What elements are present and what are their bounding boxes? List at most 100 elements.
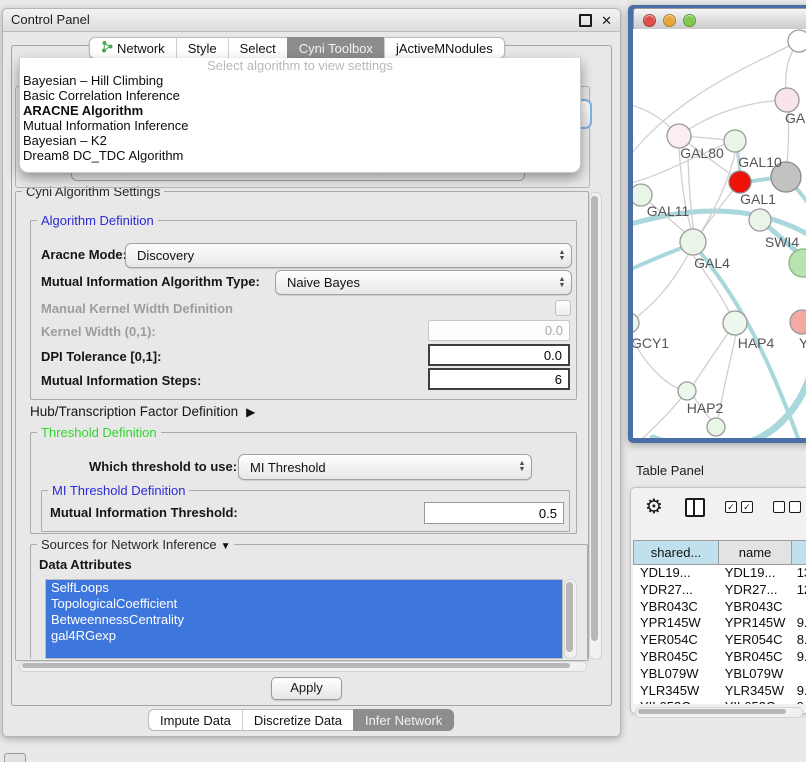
mi-algorithm-type-label: Mutual Information Algorithm Type: <box>41 274 260 289</box>
table-cell <box>790 666 806 683</box>
tab-discretize-data[interactable]: Discretize Data <box>242 709 353 731</box>
settings-vertical-scrollbar[interactable] <box>589 192 602 660</box>
network-node[interactable] <box>678 382 696 400</box>
table-cell: YIL052C <box>633 699 718 704</box>
select-all-columns-button[interactable]: ✓ ✓ <box>725 501 753 513</box>
table-row[interactable]: YER054CYER054C8. <box>633 632 806 649</box>
data-attribute-item[interactable]: TopologicalCoefficient <box>46 596 562 612</box>
table-cell: YPR145W <box>718 615 790 632</box>
table-cell: 9. <box>790 683 806 700</box>
algorithm-option-mutual-information-inference[interactable]: Mutual Information Inference <box>20 118 580 133</box>
table-row[interactable]: YBR043CYBR043C <box>633 599 806 616</box>
network-icon <box>101 38 113 59</box>
network-node[interactable] <box>729 171 751 193</box>
kernel-width-input[interactable] <box>428 320 570 341</box>
desktop: Control Panel ✕ NetworkStyleSelectCyni T… <box>0 0 806 762</box>
control-panel-titlebar[interactable]: Control Panel ✕ <box>3 9 620 32</box>
column-header-shared[interactable]: shared... <box>633 540 719 565</box>
algorithm-option-dream8-dc-tdc-algorithm[interactable]: Dream8 DC_TDC Algorithm <box>20 148 580 163</box>
network-node[interactable] <box>775 88 799 112</box>
node-label-swi4: SWI4 <box>765 234 799 250</box>
expand-arrow-icon: ▶ <box>246 405 255 419</box>
algorithm-option-bayesian-hill-climbing[interactable]: Bayesian – Hill Climbing <box>20 73 580 88</box>
table-cell: YLR345W <box>718 683 790 700</box>
network-canvas[interactable]: GALGAL80GAL10GAL1GAL11SWI4GAL4GCY1HAP4YH… <box>633 29 806 438</box>
sources-title[interactable]: Sources for Network Inference▼ <box>37 537 234 552</box>
tab-impute-data[interactable]: Impute Data <box>148 709 242 731</box>
tab-network[interactable]: Network <box>89 37 176 59</box>
mi-algorithm-type-select[interactable]: Naive Bayes ▲▼ <box>275 270 572 295</box>
algorithm-option-bayesian-k2[interactable]: Bayesian – K2 <box>20 133 580 148</box>
hub-definition-toggle[interactable]: Hub/Transcription Factor Definition ▶ <box>30 404 255 419</box>
network-node[interactable] <box>788 30 806 52</box>
table-row[interactable]: YBL079WYBL079W <box>633 666 806 683</box>
algorithm-option-basic-correlation-inference[interactable]: Basic Correlation Inference <box>20 88 580 103</box>
network-node[interactable] <box>680 229 706 255</box>
hub-definition-label: Hub/Transcription Factor Definition <box>30 404 238 419</box>
data-attribute-item[interactable]: BetweennessCentrality <box>46 612 562 628</box>
table-cell <box>790 599 806 616</box>
close-icon[interactable]: ✕ <box>601 15 612 27</box>
tab-cyni-toolbox[interactable]: Cyni Toolbox <box>287 37 384 59</box>
unchecked-box-icon <box>773 501 785 513</box>
table-row[interactable]: YBR045CYBR045C9. <box>633 649 806 666</box>
data-attribute-item[interactable]: SelfLoops <box>46 580 562 596</box>
mi-steps-input[interactable] <box>428 368 570 390</box>
tab-jactivemnodules[interactable]: jActiveMNodules <box>384 37 505 59</box>
node-label-gcy1: GCY1 <box>633 335 669 351</box>
column-header-name[interactable]: name <box>719 540 792 565</box>
close-traffic-light-icon[interactable] <box>643 14 656 27</box>
tab-style[interactable]: Style <box>176 37 228 59</box>
table-cell: YLR345W <box>633 683 718 700</box>
table-row[interactable]: YPR145WYPR145W9. <box>633 615 806 632</box>
table-cell: YER054C <box>718 632 790 649</box>
aracne-mode-value: Discovery <box>126 248 553 263</box>
network-node[interactable] <box>724 130 746 152</box>
tab-infer-network[interactable]: Infer Network <box>353 709 454 731</box>
network-node[interactable] <box>789 249 806 277</box>
data-attributes-list[interactable]: SelfLoopsTopologicalCoefficientBetweenne… <box>45 579 563 659</box>
table-cell: YER054C <box>633 632 718 649</box>
table-cell: 13 <box>790 565 806 582</box>
gear-icon[interactable]: ⚙ <box>645 496 663 518</box>
mi-threshold-definition-box: MI Threshold Definition Mutual Informati… <box>41 490 570 532</box>
tab-bar: NetworkStyleSelectCyni ToolboxjActiveMNo… <box>89 37 505 59</box>
column-header-cut[interactable] <box>792 540 806 565</box>
table-panel-title: Table Panel <box>636 463 704 478</box>
settings-horizontal-scrollbar[interactable] <box>19 661 587 672</box>
network-window-titlebar[interactable] <box>633 8 806 31</box>
deselect-all-columns-button[interactable] <box>773 501 801 513</box>
tab-select[interactable]: Select <box>228 37 287 59</box>
which-threshold-select[interactable]: MI Threshold ▲▼ <box>238 454 532 480</box>
table-horizontal-scrollbar[interactable] <box>635 707 803 718</box>
minimize-traffic-light-icon[interactable] <box>663 14 676 27</box>
columns-icon[interactable] <box>685 498 705 517</box>
table-row[interactable]: YDL19...YDL19...13 <box>633 565 806 582</box>
table-row[interactable]: YIL052CYIL052C9 <box>633 699 806 704</box>
tab-label: Discretize Data <box>254 710 342 731</box>
float-window-icon[interactable] <box>579 14 592 27</box>
table-cell: YPR145W <box>633 615 718 632</box>
data-attribute-item[interactable] <box>46 644 562 659</box>
cyni-algorithm-settings-box: Cyni Algorithm Settings Algorithm Defini… <box>15 191 589 661</box>
table-cell: 9 <box>790 699 806 704</box>
list-vertical-scrollbar[interactable] <box>564 579 577 659</box>
table-header-row: shared...name <box>633 540 806 565</box>
mi-threshold-input[interactable] <box>424 502 564 524</box>
table-cell: YDL19... <box>718 565 790 582</box>
table-row[interactable]: YLR345WYLR345W9. <box>633 683 806 700</box>
apply-button[interactable]: Apply <box>271 677 342 700</box>
cutoff-button-fragment[interactable] <box>4 753 26 762</box>
manual-kernel-width-checkbox[interactable] <box>555 300 571 316</box>
node-label-y: Y <box>799 335 806 351</box>
data-attribute-item[interactable]: gal4RGexp <box>46 628 562 644</box>
network-node[interactable] <box>749 209 771 231</box>
zoom-traffic-light-icon[interactable] <box>683 14 696 27</box>
dpi-tolerance-input[interactable] <box>428 344 570 366</box>
table-row[interactable]: YDR27...YDR27...12 <box>633 582 806 599</box>
algorithm-option-aracne-algorithm[interactable]: ARACNE Algorithm <box>20 103 580 118</box>
network-node[interactable] <box>723 311 747 335</box>
network-node[interactable] <box>790 310 806 334</box>
aracne-mode-select[interactable]: Discovery ▲▼ <box>125 243 572 268</box>
network-node[interactable] <box>707 418 725 436</box>
